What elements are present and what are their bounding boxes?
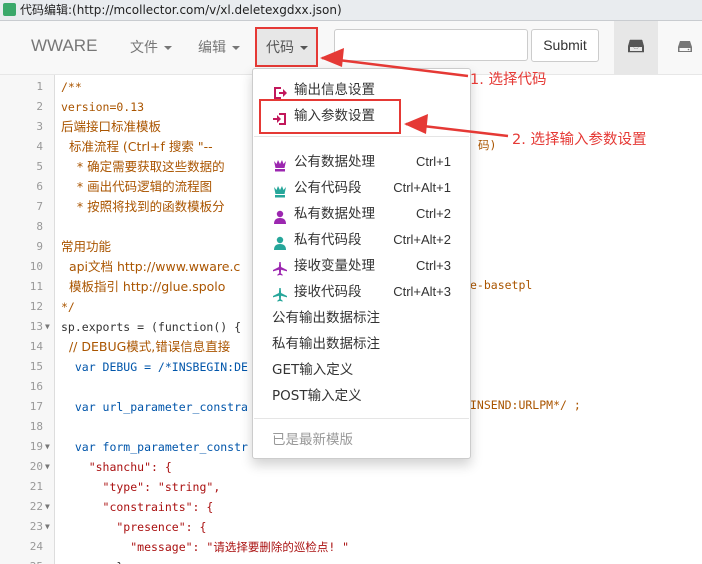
annotation-step2: 2. 选择输入参数设置: [512, 132, 647, 148]
annotation-step1: 1. 选择代码: [470, 72, 547, 88]
arrow-step1-line: [321, 56, 469, 78]
arrow-step1-head: [320, 48, 344, 67]
arrow-step2-head: [404, 114, 428, 134]
annotation-arrows: [320, 48, 509, 138]
